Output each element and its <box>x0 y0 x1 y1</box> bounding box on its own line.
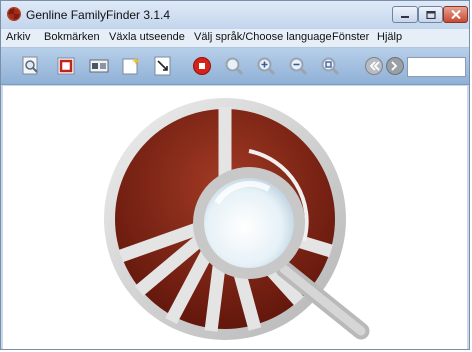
zoom-magnifier-icon <box>225 57 244 76</box>
forward-button[interactable] <box>384 55 406 77</box>
zoom-button[interactable] <box>223 55 245 77</box>
familyfinder-logo-icon <box>104 98 370 340</box>
menu-bokmarken[interactable]: Bokmärken <box>44 31 100 43</box>
forward-arrow-icon <box>386 57 404 75</box>
minimize-icon <box>401 15 409 18</box>
film-strip-button[interactable] <box>88 55 110 77</box>
zoom-out-icon <box>289 57 308 76</box>
sparkle-page-icon <box>122 57 140 75</box>
maximize-button[interactable] <box>418 6 443 23</box>
stop-icon <box>193 57 211 75</box>
toolbar <box>1 48 469 85</box>
document-arrow-icon <box>154 56 171 76</box>
window-title: Genline FamilyFinder 3.1.4 <box>26 8 171 22</box>
title-bar[interactable]: Genline FamilyFinder 3.1.4 <box>1 1 469 29</box>
close-button[interactable] <box>443 6 468 23</box>
menu-arkiv[interactable]: Arkiv <box>6 31 30 43</box>
minimize-button[interactable] <box>392 6 418 23</box>
new-page-button[interactable] <box>120 55 142 77</box>
app-logo-icon <box>7 7 21 21</box>
zoom-page-button[interactable] <box>20 55 42 77</box>
zoom-fit-button[interactable] <box>319 55 341 77</box>
film-strip-icon <box>89 59 109 73</box>
stop-button[interactable] <box>191 55 213 77</box>
search-input[interactable] <box>407 57 466 77</box>
frame-button[interactable] <box>55 55 77 77</box>
zoom-in-icon <box>257 57 276 76</box>
back-arrow-icon <box>365 57 383 75</box>
menu-bar: Arkiv Bokmärken Växla utseende Välj språ… <box>1 29 469 48</box>
menu-hjalp[interactable]: Hjälp <box>377 31 402 43</box>
app-window: Genline FamilyFinder 3.1.4 Arkiv Bokmärk… <box>0 0 470 350</box>
content-area <box>3 86 467 349</box>
zoom-fit-icon <box>321 57 340 76</box>
document-button[interactable] <box>152 55 174 77</box>
zoom-page-icon <box>22 56 38 75</box>
zoom-in-button[interactable] <box>255 55 277 77</box>
red-frame-icon <box>57 57 75 75</box>
menu-vaxla-utseende[interactable]: Växla utseende <box>109 31 185 43</box>
back-button[interactable] <box>363 55 385 77</box>
menu-fonster[interactable]: Fönster <box>332 31 369 43</box>
menu-valj-sprak[interactable]: Välj språk/Choose language <box>194 31 332 43</box>
close-icon <box>450 10 461 19</box>
zoom-out-button[interactable] <box>287 55 309 77</box>
maximize-icon <box>425 10 436 19</box>
